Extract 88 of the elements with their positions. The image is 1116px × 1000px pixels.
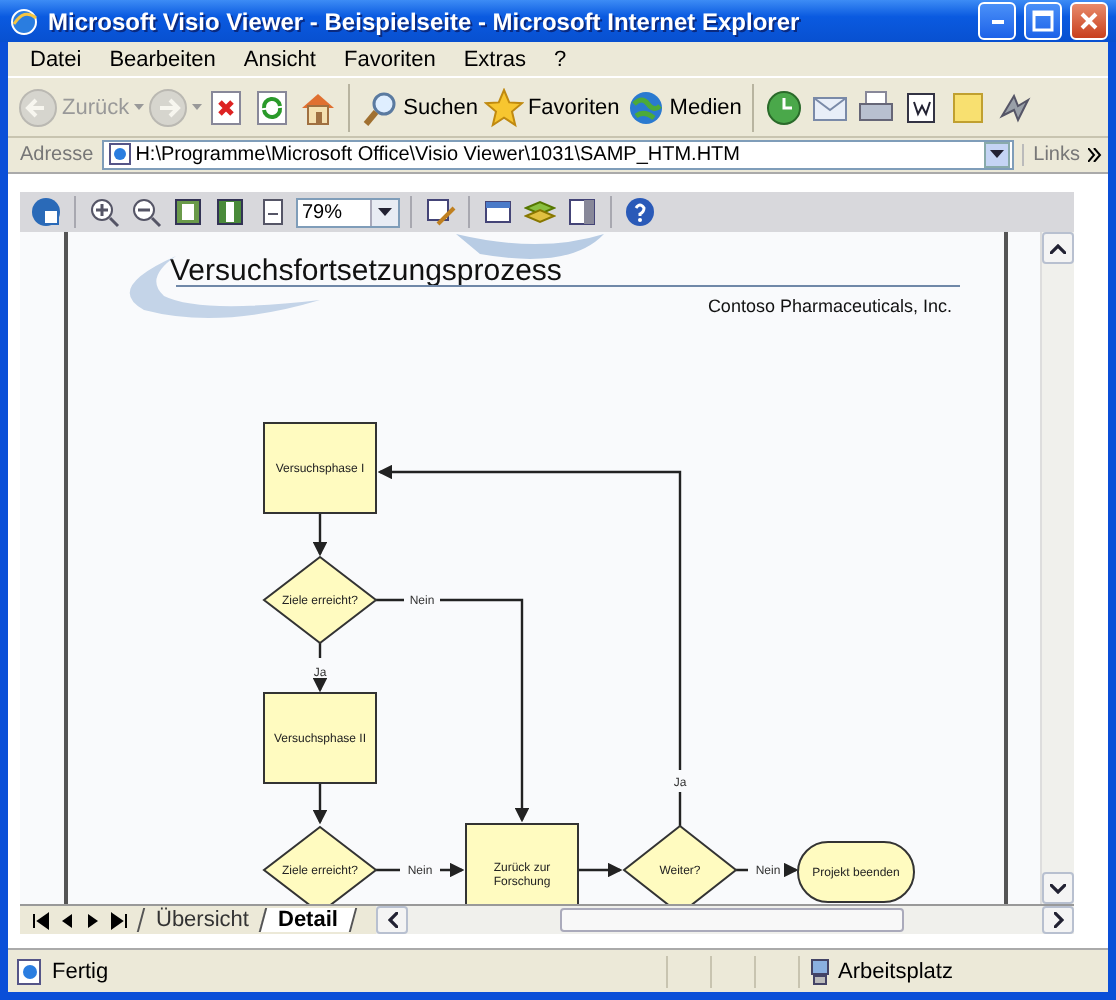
- zone-text: Arbeitsplatz: [838, 959, 953, 984]
- next-sheet-icon[interactable]: [84, 911, 102, 930]
- history-icon: [763, 87, 804, 127]
- media-icon: [625, 87, 666, 127]
- page-icon: [107, 142, 132, 167]
- window-button[interactable]: [480, 196, 516, 229]
- sheet-tab[interactable]: Detail: [259, 908, 359, 933]
- close-icon: [1078, 10, 1100, 32]
- globe-icon: [30, 196, 62, 229]
- page-icon: [16, 957, 44, 986]
- connector-arrow: [578, 862, 623, 878]
- zoom-in-icon: [88, 196, 120, 229]
- search-button[interactable]: Suchen: [357, 85, 480, 129]
- address-label: Adresse: [20, 143, 94, 166]
- scroll-left-button[interactable]: [376, 906, 409, 935]
- scroll-thumb[interactable]: [560, 908, 905, 933]
- help-icon: [624, 196, 656, 229]
- print-icon: [855, 87, 896, 127]
- decision-diamond: [262, 555, 378, 645]
- page-icon: [214, 196, 246, 229]
- horizontal-scrollbar[interactable]: [376, 906, 1074, 935]
- connector-arrow: [312, 783, 328, 825]
- zoom-out-icon: [130, 196, 162, 229]
- page-button[interactable]: [170, 196, 206, 229]
- caret-icon: [1050, 243, 1066, 254]
- connector-arrow: [312, 513, 328, 557]
- page-icon: [172, 196, 204, 229]
- history-button[interactable]: [761, 85, 806, 129]
- maximize-icon: [1032, 10, 1054, 32]
- menu-item[interactable]: Ansicht: [229, 47, 330, 72]
- previous-sheet-icon[interactable]: [58, 911, 76, 930]
- first-sheet-icon[interactable]: [32, 911, 50, 930]
- scroll-down-button[interactable]: [1042, 872, 1074, 905]
- page-button[interactable]: [212, 196, 248, 229]
- forward-icon: [147, 87, 188, 127]
- scroll-up-button[interactable]: [1042, 232, 1074, 265]
- process-box: [263, 692, 377, 785]
- process-box: [263, 422, 377, 515]
- layers-icon: [524, 196, 556, 229]
- menu-item[interactable]: Extras: [449, 47, 541, 72]
- connector-arrow: [734, 862, 799, 878]
- company-name: Contoso Pharmaceuticals, Inc.: [707, 296, 952, 317]
- diagram-title: Versuchsfortsetzungsprozess: [170, 254, 562, 289]
- connector-arrow: [312, 641, 328, 693]
- menu-item[interactable]: Bearbeiten: [95, 47, 230, 72]
- favorites-button[interactable]: Favoriten: [481, 85, 622, 129]
- minimize-button[interactable]: [978, 2, 1016, 40]
- favorites-icon: [483, 87, 524, 127]
- menu-item[interactable]: Favoriten: [329, 47, 450, 72]
- caret-icon: [378, 208, 392, 217]
- zoom-dropdown[interactable]: 79%: [296, 197, 400, 228]
- caret-icon: [989, 150, 1004, 159]
- globe-button[interactable]: [28, 196, 64, 229]
- layers-button[interactable]: [522, 196, 558, 229]
- menu-item[interactable]: ?: [540, 47, 581, 72]
- chevron-icon[interactable]: [1088, 147, 1102, 162]
- status-text: Fertig: [52, 959, 111, 984]
- caret-icon: [387, 912, 398, 929]
- close-button[interactable]: [1070, 2, 1108, 40]
- address-dropdown-button[interactable]: [983, 141, 1010, 168]
- minimize-icon: [991, 19, 1003, 23]
- window-icon: [482, 196, 514, 229]
- zoom-out-button[interactable]: [128, 196, 164, 229]
- address-field[interactable]: H:\Programme\Microsoft Office\Visio Viewer\1031\SAMP_HTM.HTM: [101, 139, 1014, 170]
- maximize-button[interactable]: [1024, 2, 1062, 40]
- connector-arrow: [374, 862, 465, 878]
- sheet-tab[interactable]: Übersicht: [136, 908, 269, 933]
- panel-icon: [566, 196, 598, 229]
- browser-icon: [8, 5, 40, 37]
- caret-icon: [1053, 912, 1063, 929]
- caret-icon: [1050, 883, 1066, 894]
- terminator-shape: [797, 841, 915, 904]
- back-icon: [18, 87, 58, 127]
- last-sheet-icon[interactable]: [110, 911, 128, 930]
- note-icon: [947, 87, 988, 127]
- panel-button[interactable]: [564, 196, 600, 229]
- menu-item[interactable]: Datei: [16, 47, 96, 72]
- links-button[interactable]: Links: [1021, 143, 1080, 166]
- zoom-in-button[interactable]: [86, 196, 122, 229]
- computer-icon: [808, 957, 832, 986]
- search-icon: [359, 87, 400, 127]
- help-button[interactable]: [622, 196, 658, 229]
- media-button[interactable]: Medien: [623, 85, 744, 129]
- vertical-scrollbar[interactable]: [1040, 232, 1074, 905]
- scroll-right-button[interactable]: [1042, 906, 1074, 935]
- refresh-icon: [251, 87, 292, 127]
- window-title: Microsoft Visio Viewer - Beispielseite - Microsoft Internet Explorer: [48, 7, 802, 35]
- stop-icon: [205, 87, 246, 127]
